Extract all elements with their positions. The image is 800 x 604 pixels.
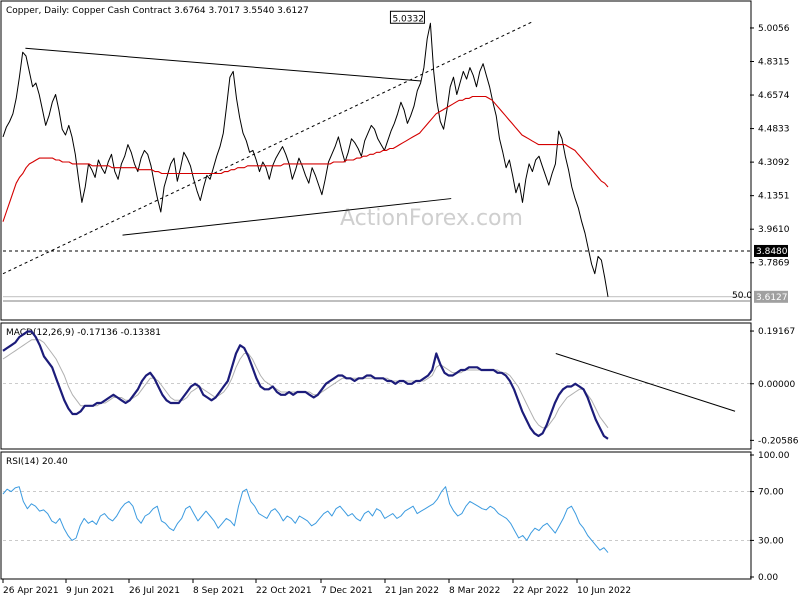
high-value-label: 5.0332 bbox=[392, 14, 424, 24]
x-tick-label-0: 26 Apr 2021 bbox=[3, 586, 59, 596]
x-tick-label-9: 10 Jun 2022 bbox=[577, 586, 631, 596]
rsi-panel-frame bbox=[0, 451, 752, 580]
rsi-ytick-label-0: 100.00 bbox=[758, 451, 790, 461]
current-value-label: 3.6127 bbox=[756, 293, 788, 303]
macd-panel-title: MACD(12,26,9) -0.17136 -0.13381 bbox=[6, 328, 161, 338]
macd-ytick-label-0: 0.19167 bbox=[758, 327, 795, 337]
price-ytick-label-4: 4.3092 bbox=[758, 158, 790, 168]
macd-trendlines bbox=[555, 353, 736, 412]
rsi-ytick-label-3: 0.00 bbox=[758, 573, 778, 583]
watermark-text: ActionForex.com bbox=[340, 206, 523, 231]
fib-level-label: 50.0 bbox=[732, 291, 752, 301]
price-ytick-label-2: 4.6574 bbox=[758, 91, 790, 101]
rsi-y-axis: 100.00 70.00 30.00 0.00 bbox=[750, 451, 790, 583]
macd-ytick-label-2: -0.20586 bbox=[758, 436, 799, 446]
x-tick-label-2: 26 Jul 2021 bbox=[129, 586, 180, 596]
price-trendlines bbox=[2, 20, 750, 275]
price-ytick-label-6: 3.9610 bbox=[758, 225, 790, 235]
price-gridlines bbox=[3, 296, 750, 302]
x-tick-label-4: 22 Oct 2021 bbox=[256, 586, 312, 596]
price-annotations: 5.0332 3.8480 3.6127 50.0 bbox=[389, 10, 788, 303]
rsi-line bbox=[2, 486, 609, 553]
x-tick-label-8: 22 Apr 2022 bbox=[513, 586, 569, 596]
macd-y-axis: 0.19167 0.00000 -0.20586 bbox=[750, 327, 799, 446]
macd-trendline-0 bbox=[555, 353, 736, 412]
rsi-series-group bbox=[2, 486, 609, 553]
price-y-axis: 5.0056 4.8315 4.6574 4.4833 4.3092 4.1351 3.96… bbox=[750, 24, 790, 269]
price-ytick-label-0: 5.0056 bbox=[758, 24, 790, 34]
x-axis: 26 Apr 2021 9 Jun 2021 26 Jul 2021 8 Sep 20… bbox=[2, 579, 631, 596]
rsi-gridlines bbox=[3, 491, 750, 541]
price-ytick-label-1: 4.8315 bbox=[758, 58, 790, 68]
x-tick-label-1: 9 Jun 2021 bbox=[66, 586, 114, 596]
price-ytick-label-5: 4.1351 bbox=[758, 192, 790, 202]
x-tick-label-7: 8 Mar 2022 bbox=[449, 586, 500, 596]
x-tick-label-6: 21 Jan 2022 bbox=[385, 586, 439, 596]
x-tick-label-5: 7 Dec 2021 bbox=[321, 586, 373, 596]
price-panel-frame bbox=[0, 0, 752, 321]
macd-ytick-label-1: 0.00000 bbox=[758, 380, 795, 390]
price-series-group bbox=[2, 22, 609, 297]
price-ytick-label-7: 3.7869 bbox=[758, 259, 790, 269]
price-panel-title: Copper, Daily: Copper Cash Contract 3.67… bbox=[6, 6, 309, 16]
macd-panel-frame bbox=[0, 322, 752, 450]
price-trendline-0 bbox=[25, 47, 422, 82]
macd-series-group bbox=[2, 330, 609, 440]
copper-daily-chart: ActionForex.com Copper, Daily: Copper Ca… bbox=[0, 0, 799, 596]
price-series-line bbox=[2, 22, 609, 297]
price-ytick-label-3: 4.4833 bbox=[758, 125, 790, 135]
resistance-value-label: 3.8480 bbox=[756, 247, 788, 257]
rsi-ytick-label-1: 70.00 bbox=[758, 488, 784, 498]
rsi-panel-title: RSI(14) 20.40 bbox=[6, 457, 68, 467]
rsi-ytick-label-2: 30.00 bbox=[758, 536, 784, 546]
ma-series-line bbox=[2, 95, 609, 222]
x-tick-label-3: 8 Sep 2021 bbox=[193, 586, 244, 596]
price-trendline-2 bbox=[2, 20, 534, 275]
